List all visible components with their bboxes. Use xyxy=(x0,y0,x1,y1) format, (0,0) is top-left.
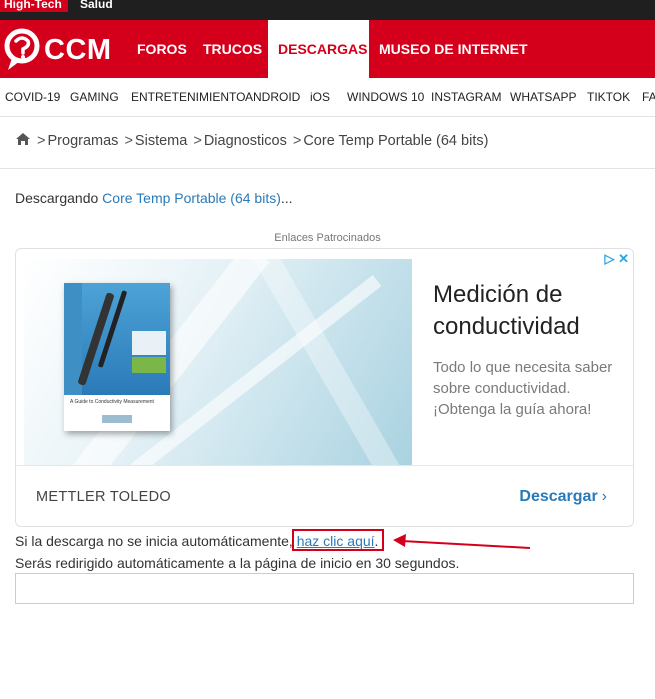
top-link-high-tech[interactable]: High-Tech xyxy=(0,0,68,12)
ad-brand: METTLER TOLEDO xyxy=(36,489,171,505)
sponsored-label: Enlaces Patrocinados xyxy=(274,232,381,244)
ad-title[interactable]: Medición de conductividad xyxy=(433,279,623,343)
ad-image[interactable]: A Guide to Conductivity Measurement xyxy=(24,259,412,466)
breadcrumb-programas[interactable]: Programas xyxy=(48,133,119,149)
top-strip: High-Tech Salud xyxy=(0,0,655,20)
subnav-instagram[interactable]: INSTAGRAM xyxy=(431,78,501,116)
subnav-windows-10[interactable]: WINDOWS 10 xyxy=(347,78,424,116)
top-link-salud[interactable]: Salud xyxy=(80,0,113,12)
advertisement[interactable]: A Guide to Conductivity Measurement ▷ ✕ … xyxy=(15,248,634,527)
breadcrumb-separator: > xyxy=(193,133,202,149)
ad-book-title: A Guide to Conductivity Measurement xyxy=(70,399,154,405)
ad-body: Todo lo que necesita saber sobre conduct… xyxy=(433,359,613,418)
manual-download-prefix: Si la descarga no se inicia automáticame… xyxy=(15,533,297,549)
breadcrumb-diagnosticos[interactable]: Diagnosticos xyxy=(204,133,287,149)
nav-descargas[interactable]: DESCARGAS xyxy=(268,20,369,78)
subnav-ios[interactable]: iOS xyxy=(310,78,330,116)
subnav-fa[interactable]: FA xyxy=(642,78,655,116)
downloading-file-link[interactable]: Core Temp Portable (64 bits) xyxy=(102,190,281,206)
ad-book-cover: A Guide to Conductivity Measurement xyxy=(64,283,170,431)
subnav-covid-19[interactable]: COVID-19 xyxy=(5,78,60,116)
breadcrumb-separator: > xyxy=(292,133,302,149)
ad-cta-button[interactable]: Descargar › xyxy=(519,466,607,526)
nav-trucos[interactable]: TRUCOS xyxy=(203,20,262,78)
highlight-box xyxy=(292,529,384,551)
ad-footer: METTLER TOLEDO Descargar › xyxy=(16,465,633,526)
home-icon[interactable] xyxy=(15,132,31,146)
downloading-prefix: Descargando xyxy=(15,190,103,206)
ad-cta-label: Descargar xyxy=(519,488,598,505)
redirect-text: Serás redirigido automáticamente a la pá… xyxy=(15,555,460,571)
ad-choices-icon[interactable]: ▷ ✕ xyxy=(604,251,629,267)
downloading-text: Descargando Core Temp Portable (64 bits)… xyxy=(15,190,293,206)
breadcrumb-sistema[interactable]: Sistema xyxy=(135,133,187,149)
arrow-annotation-icon xyxy=(393,534,531,549)
logo-text: CCM xyxy=(44,34,112,66)
subnav-whatsapp[interactable]: WHATSAPP xyxy=(510,78,576,116)
nav-museo-de-internet[interactable]: MUSEO DE INTERNET xyxy=(379,20,528,78)
divider xyxy=(0,168,655,169)
ccm-logo[interactable]: CCM xyxy=(4,28,122,72)
breadcrumb: > Programas > Sistema > Diagnosticos > Core … xyxy=(15,130,488,152)
subnav-gaming[interactable]: GAMING xyxy=(70,78,119,116)
nav-foros[interactable]: FOROS xyxy=(137,20,187,78)
subnav-tiktok[interactable]: TIKTOK xyxy=(587,78,630,116)
subnav-android[interactable]: ANDROID xyxy=(245,78,300,116)
subnav-entretenimiento[interactable]: ENTRETENIMIENTO xyxy=(131,78,245,116)
ccm-logo-icon xyxy=(4,28,40,70)
breadcrumb-separator: > xyxy=(124,133,133,149)
chevron-right-icon: › xyxy=(601,488,607,505)
sub-navigation: COVID-19 GAMING ENTRETENIMIENTO ANDROID … xyxy=(0,78,655,117)
main-header: CCM FOROS TRUCOS DESCARGAS MUSEO DE INTE… xyxy=(0,20,655,78)
empty-frame xyxy=(15,573,634,604)
breadcrumb-current: Core Temp Portable (64 bits) xyxy=(303,133,489,149)
breadcrumb-separator: > xyxy=(37,133,46,149)
downloading-suffix: ... xyxy=(280,190,293,206)
